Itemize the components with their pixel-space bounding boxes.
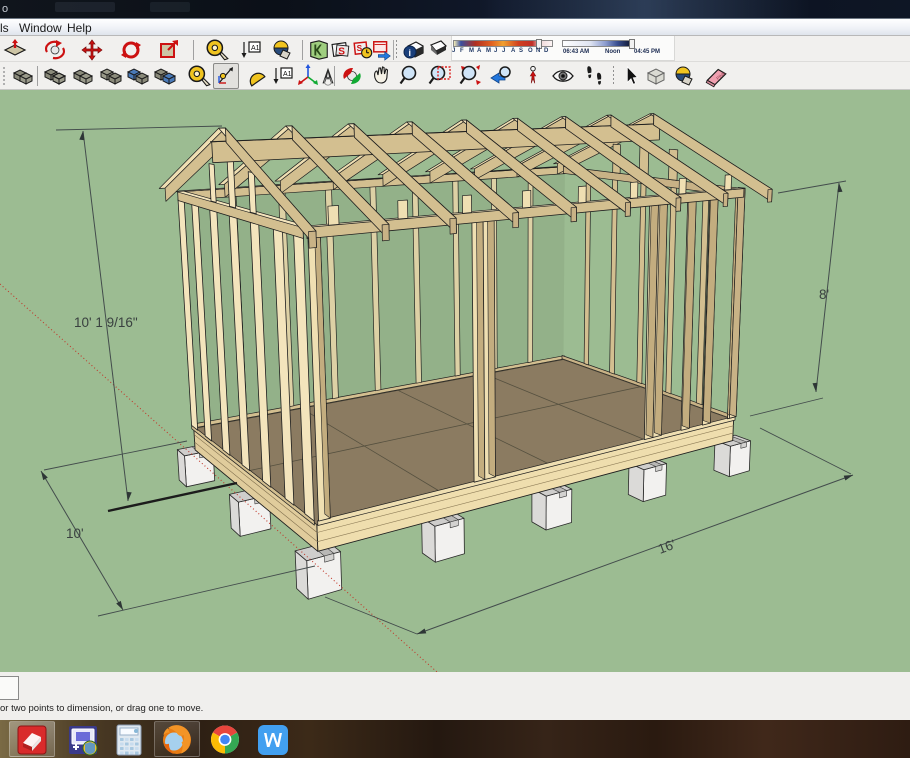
svg-text:i: i	[409, 48, 412, 58]
svg-text:A1: A1	[283, 71, 292, 78]
svg-text:A1: A1	[251, 45, 260, 52]
svg-text:10' 1 9/16": 10' 1 9/16"	[74, 315, 138, 330]
svg-text:8': 8'	[819, 287, 829, 302]
svg-text:10': 10'	[66, 526, 84, 541]
svg-text:S: S	[338, 47, 345, 58]
